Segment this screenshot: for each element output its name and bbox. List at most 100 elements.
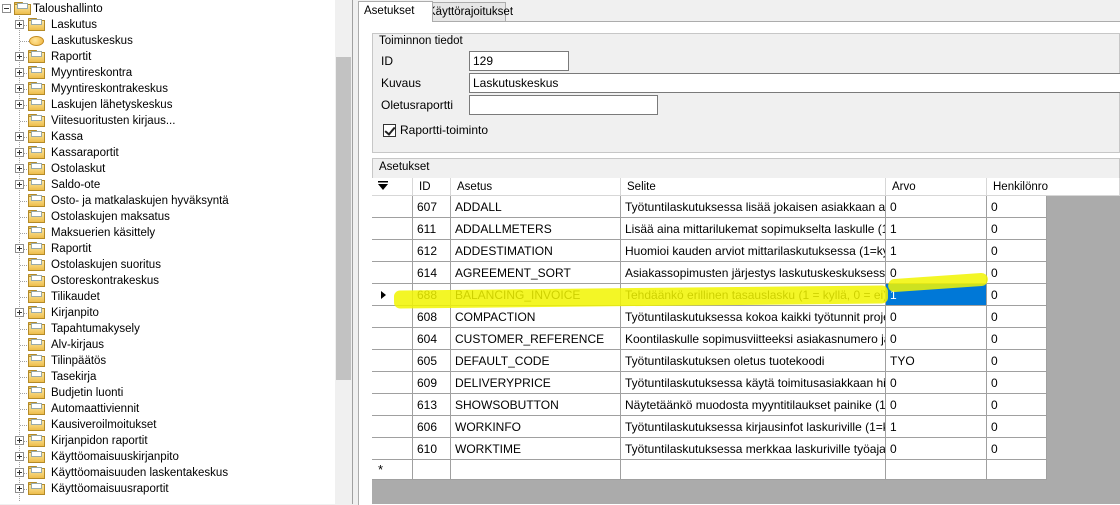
table-row[interactable]: 608 COMPACTION Työtuntilaskutuksessa kokoa… [372, 306, 1047, 328]
cell-arvo[interactable]: 0 [886, 438, 987, 460]
row-header[interactable] [372, 306, 413, 328]
row-header[interactable] [372, 394, 413, 416]
tree-item[interactable]: Tapahtumakysely [0, 321, 330, 337]
cell-selite[interactable]: Työtuntilaskutuksessa lisää jokaisen asi… [621, 196, 886, 218]
cell-henkilonro[interactable]: 0 [987, 240, 1047, 262]
cell-henkilonro[interactable]: 0 [987, 372, 1047, 394]
new-row[interactable]: * [372, 460, 1047, 480]
row-header[interactable] [372, 328, 413, 350]
tree-item[interactable]: Myyntireskontrakeskus [0, 81, 330, 97]
new-row-cell-selite[interactable] [621, 460, 886, 480]
row-header[interactable] [372, 438, 413, 460]
table-row[interactable]: 613 SHOWSOBUTTON Näytetäänkö muodosta myyn… [372, 394, 1047, 416]
cell-id[interactable]: 613 [413, 394, 451, 416]
new-row-cell-arvo[interactable] [886, 460, 987, 480]
new-row-cell-henkilonro[interactable] [987, 460, 1047, 480]
new-row-cell-asetus[interactable] [451, 460, 621, 480]
column-header-asetus[interactable]: Asetus [451, 178, 621, 196]
cell-asetus[interactable]: ADDALLMETERS [451, 218, 621, 240]
tree-item[interactable]: Kausiveroilmoitukset [0, 417, 330, 433]
table-row[interactable]: 607 ADDALL Työtuntilaskutuksessa lisää jok… [372, 196, 1047, 218]
oletusraportti-field[interactable] [469, 95, 658, 115]
cell-selite[interactable]: Työtuntilaskutuksessa kirjausinfot lasku… [621, 416, 886, 438]
tree-item[interactable]: Kassa [0, 129, 330, 145]
cell-henkilonro[interactable]: 0 [987, 394, 1047, 416]
table-row[interactable]: 611 ADDALLMETERS Lisää aina mittarilukemat… [372, 218, 1047, 240]
expand-icon[interactable] [15, 68, 24, 77]
tree-item[interactable]: Käyttöomaisuuskirjanpito [0, 449, 330, 465]
expand-icon[interactable] [15, 468, 24, 477]
tab-kayttorajoitukset[interactable]: Käyttörajoitukset [422, 2, 513, 21]
cell-arvo[interactable]: 1 [886, 218, 987, 240]
table-row[interactable]: 610 WORKTIME Työtuntilaskutuksessa merkkaa… [372, 438, 1047, 460]
tree-item[interactable]: Alv-kirjaus [0, 337, 330, 353]
cell-asetus[interactable]: ADDALL [451, 196, 621, 218]
cell-asetus[interactable]: WORKTIME [451, 438, 621, 460]
tree-item[interactable]: Kirjanpito [0, 305, 330, 321]
asetukset-grid[interactable]: ID Asetus Selite Arvo Henkilönro 607 ADDA… [372, 178, 1120, 504]
tree-item[interactable]: Laskujen lähetyskeskus [0, 97, 330, 113]
cell-arvo[interactable]: 1 [886, 240, 987, 262]
tree-item[interactable]: Tasekirja [0, 369, 330, 385]
expand-icon[interactable] [15, 436, 24, 445]
expand-icon[interactable] [15, 164, 24, 173]
expand-icon[interactable] [15, 308, 24, 317]
navigation-tree[interactable]: Taloushallinto Laskutus Laskutuskeskus Rap… [0, 0, 353, 504]
column-header-selite[interactable]: Selite [621, 178, 886, 196]
tree-item[interactable]: Automaattiviennit [0, 401, 330, 417]
cell-henkilonro[interactable]: 0 [987, 350, 1047, 372]
tab-asetukset[interactable]: Asetukset [358, 1, 433, 22]
cell-selite[interactable]: Työtuntilaskutuksessa merkkaa laskurivil… [621, 438, 886, 460]
expand-icon[interactable] [15, 148, 24, 157]
cell-asetus[interactable]: COMPACTION [451, 306, 621, 328]
row-header[interactable] [372, 240, 413, 262]
cell-arvo[interactable]: TYO [886, 350, 987, 372]
cell-id[interactable]: 610 [413, 438, 451, 460]
tree-item[interactable]: Käyttöomaisuusraportit [0, 481, 330, 497]
tree-item[interactable]: Kirjanpidon raportit [0, 433, 330, 449]
new-row-cell-id[interactable] [413, 460, 451, 480]
cell-henkilonro[interactable]: 0 [987, 438, 1047, 460]
cell-selite[interactable]: Huomioi kauden arviot mittarilaskutukses… [621, 240, 886, 262]
tree-scrollbar-thumb[interactable] [336, 57, 351, 380]
tree-item[interactable]: Raportit [0, 49, 330, 65]
expand-icon[interactable] [15, 244, 24, 253]
cell-henkilonro[interactable]: 0 [987, 218, 1047, 240]
cell-arvo[interactable]: 0 [886, 372, 987, 394]
cell-asetus[interactable]: DELIVERYPRICE [451, 372, 621, 394]
expand-icon[interactable] [15, 484, 24, 493]
expand-icon[interactable] [15, 180, 24, 189]
cell-asetus[interactable]: CUSTOMER_REFERENCE [451, 328, 621, 350]
cell-id[interactable]: 609 [413, 372, 451, 394]
cell-selite[interactable]: Näytetäänkö muodosta myyntitilaukset pai… [621, 394, 886, 416]
cell-henkilonro[interactable]: 0 [987, 328, 1047, 350]
collapse-icon[interactable] [2, 4, 11, 13]
row-header[interactable] [372, 416, 413, 438]
grid-corner-header[interactable] [372, 178, 413, 196]
cell-asetus[interactable]: WORKINFO [451, 416, 621, 438]
cell-id[interactable]: 604 [413, 328, 451, 350]
cell-selite[interactable]: Koontilaskulle sopimusviitteeksi asiakas… [621, 328, 886, 350]
id-field[interactable]: 129 [469, 51, 569, 71]
cell-id[interactable]: 607 [413, 196, 451, 218]
cell-asetus[interactable]: AGREEMENT_SORT [451, 262, 621, 284]
tree-item[interactable]: Laskutus [0, 17, 330, 33]
raportti-toiminto-checkbox[interactable] [383, 124, 396, 137]
kuvaus-field[interactable]: Laskutuskeskus [469, 73, 1120, 93]
expand-icon[interactable] [15, 132, 24, 141]
tree-item[interactable]: Ostolaskujen maksatus [0, 209, 330, 225]
cell-id[interactable]: 612 [413, 240, 451, 262]
cell-id[interactable]: 611 [413, 218, 451, 240]
cell-id[interactable]: 605 [413, 350, 451, 372]
expand-icon[interactable] [15, 100, 24, 109]
tree-item[interactable]: Kassaraportit [0, 145, 330, 161]
cell-id[interactable]: 606 [413, 416, 451, 438]
cell-henkilonro[interactable]: 0 [987, 306, 1047, 328]
tree-item[interactable]: Raportit [0, 241, 330, 257]
tree-item[interactable]: Maksuerien käsittely [0, 225, 330, 241]
expand-icon[interactable] [15, 452, 24, 461]
tree-item[interactable]: Osto- ja matkalaskujen hyväksyntä [0, 193, 330, 209]
row-header[interactable] [372, 218, 413, 240]
table-row[interactable]: 612 ADDESTIMATION Huomioi kauden arviot mi… [372, 240, 1047, 262]
row-header[interactable] [372, 196, 413, 218]
